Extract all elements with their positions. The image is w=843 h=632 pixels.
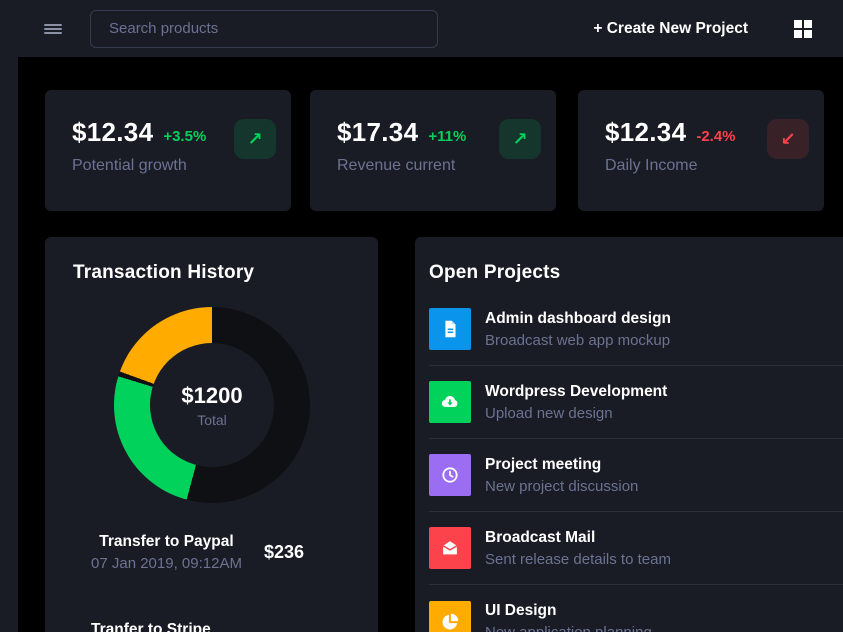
- stat-delta: -2.4%: [696, 128, 735, 145]
- project-subtitle: Broadcast web app mockup: [485, 332, 671, 349]
- project-subtitle: Sent release details to team: [485, 551, 671, 568]
- stat-card-daily-income: $12.34 -2.4% Daily Income: [578, 90, 824, 211]
- card-title: Open Projects: [429, 262, 560, 284]
- project-text: Broadcast Mail Sent release details to t…: [485, 529, 671, 568]
- open-projects-card: Open Projects Admin dashboard design Bro: [415, 237, 843, 632]
- mail-open-icon: [429, 527, 471, 569]
- stat-card-revenue-current: $17.34 +11% Revenue current: [310, 90, 556, 211]
- transaction-name: Transfer to Paypal: [91, 533, 242, 551]
- project-list-item[interactable]: Project meeting New project discussion: [429, 439, 843, 512]
- project-title: Broadcast Mail: [485, 529, 671, 547]
- project-title: UI Design: [485, 602, 652, 620]
- transaction-meta: Tranfer to Stripe: [91, 621, 211, 632]
- open-projects-list: Admin dashboard design Broadcast web app…: [415, 293, 843, 632]
- project-list-item[interactable]: Broadcast Mail Sent release details to t…: [429, 512, 843, 585]
- card-title: Transaction History: [73, 262, 254, 284]
- project-list-item[interactable]: Wordpress Development Upload new design: [429, 366, 843, 439]
- search-input[interactable]: [90, 10, 438, 48]
- project-text: Admin dashboard design Broadcast web app…: [485, 310, 671, 349]
- project-title: Project meeting: [485, 456, 638, 474]
- create-new-project-button[interactable]: + Create New Project: [593, 20, 748, 38]
- trend-down-arrow-icon: [767, 119, 809, 159]
- stat-value: $12.34: [72, 117, 153, 148]
- project-text: UI Design New application planning: [485, 602, 652, 632]
- grid-apps-icon[interactable]: [794, 20, 812, 38]
- project-list-item[interactable]: Admin dashboard design Broadcast web app…: [429, 293, 843, 366]
- cloud-download-icon: [429, 381, 471, 423]
- stat-value: $12.34: [605, 117, 686, 148]
- trend-up-arrow-icon: [499, 119, 541, 159]
- hamburger-menu-icon[interactable]: [44, 22, 62, 36]
- stat-label: Revenue current: [337, 157, 556, 175]
- donut-total-value: $1200: [181, 383, 242, 409]
- stat-label: Daily Income: [605, 157, 824, 175]
- project-subtitle: New project discussion: [485, 478, 638, 495]
- trend-up-arrow-icon: [234, 119, 276, 159]
- stat-card-potential-growth: $12.34 +3.5% Potential growth: [45, 90, 291, 211]
- project-title: Wordpress Development: [485, 383, 667, 401]
- dashboard-frame: + Create New Project $12.34 +3.5% Potent…: [0, 0, 843, 632]
- transaction-date: 07 Jan 2019, 09:12AM: [91, 555, 242, 572]
- transaction-row[interactable]: Tranfer to Stripe: [45, 621, 378, 632]
- transaction-meta: Transfer to Paypal 07 Jan 2019, 09:12AM: [91, 533, 242, 572]
- project-text: Wordpress Development Upload new design: [485, 383, 667, 422]
- clock-icon: [429, 454, 471, 496]
- stat-delta: +11%: [428, 128, 466, 145]
- main-content: $12.34 +3.5% Potential growth $17.34 +11…: [18, 57, 843, 632]
- stat-label: Potential growth: [72, 157, 291, 175]
- project-text: Project meeting New project discussion: [485, 456, 638, 495]
- project-subtitle: New application planning: [485, 624, 652, 632]
- transaction-history-card: Transaction History $1200 Total Transfer…: [45, 237, 378, 632]
- transaction-row[interactable]: Transfer to Paypal 07 Jan 2019, 09:12AM …: [45, 533, 378, 572]
- donut-center: $1200 Total: [150, 343, 274, 467]
- donut-chart: $1200 Total: [114, 307, 310, 503]
- project-subtitle: Upload new design: [485, 405, 667, 422]
- donut-total-label: Total: [197, 412, 227, 428]
- project-title: Admin dashboard design: [485, 310, 671, 328]
- stat-delta: +3.5%: [163, 128, 206, 145]
- project-list-item[interactable]: UI Design New application planning: [429, 585, 843, 632]
- transaction-name: Tranfer to Stripe: [91, 621, 211, 632]
- pie-chart-icon: [429, 601, 471, 632]
- transaction-amount: $236: [264, 542, 304, 563]
- topbar: + Create New Project: [0, 0, 843, 57]
- file-document-icon: [429, 308, 471, 350]
- stat-value: $17.34: [337, 117, 418, 148]
